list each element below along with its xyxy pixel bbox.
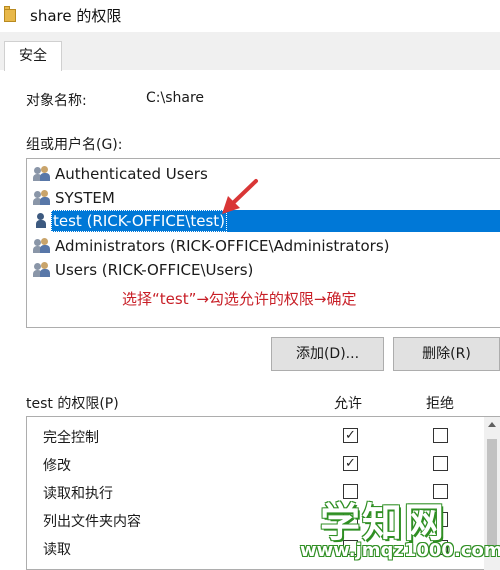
list-item-label: Administrators (RICK-OFFICE\Administrato… bbox=[55, 237, 390, 255]
users-group-icon bbox=[33, 262, 51, 278]
add-button[interactable]: 添加(D)... bbox=[271, 337, 384, 371]
list-item-administrators[interactable]: Administrators (RICK-OFFICE\Administrato… bbox=[31, 235, 500, 257]
list-item-authenticated-users[interactable]: Authenticated Users bbox=[31, 163, 500, 185]
list-item-label: SYSTEM bbox=[55, 189, 115, 207]
deny-checkbox-full-control[interactable] bbox=[433, 428, 448, 443]
user-icon bbox=[33, 213, 51, 229]
folder-icon bbox=[4, 6, 16, 22]
users-group-icon bbox=[33, 190, 51, 206]
users-group-icon bbox=[33, 238, 51, 254]
permission-list-folder: 列出文件夹内容 bbox=[43, 514, 141, 530]
watermark: 学知网 www.jmqz1000.com bbox=[300, 490, 500, 570]
allow-column-header: 允许 bbox=[334, 396, 362, 412]
list-item-users[interactable]: Users (RICK-OFFICE\Users) bbox=[31, 259, 500, 281]
allow-checkbox-modify[interactable]: ✓ bbox=[343, 456, 358, 471]
object-name-label: 对象名称: bbox=[26, 93, 87, 109]
list-item-system[interactable]: SYSTEM bbox=[31, 187, 500, 209]
permission-modify: 修改 bbox=[43, 458, 71, 474]
window-title: share 的权限 bbox=[30, 7, 122, 25]
permission-read: 读取 bbox=[43, 542, 71, 558]
permission-full-control: 完全控制 bbox=[43, 430, 99, 446]
title-bar: share 的权限 bbox=[0, 0, 500, 32]
object-name-value: C:\share bbox=[146, 90, 205, 106]
list-item-label: Authenticated Users bbox=[55, 165, 208, 183]
list-item-label: Users (RICK-OFFICE\Users) bbox=[55, 261, 254, 279]
permissions-label: test 的权限(P) bbox=[26, 396, 119, 412]
check-icon: ✓ bbox=[345, 456, 356, 471]
list-item-label: test (RICK-OFFICE\test) bbox=[51, 210, 227, 232]
remove-button[interactable]: 删除(R) bbox=[393, 337, 500, 371]
deny-checkbox-modify[interactable] bbox=[433, 456, 448, 471]
deny-column-header: 拒绝 bbox=[426, 396, 454, 412]
tab-security[interactable]: 安全 bbox=[4, 41, 62, 71]
annotation-text: 选择“test”→勾选允许的权限→确定 bbox=[122, 290, 357, 308]
groups-label: 组或用户名(G): bbox=[26, 137, 123, 153]
check-icon: ✓ bbox=[345, 428, 356, 443]
list-item-test[interactable]: test (RICK-OFFICE\test) bbox=[51, 210, 500, 232]
permission-read-execute: 读取和执行 bbox=[43, 486, 113, 502]
allow-checkbox-full-control[interactable]: ✓ bbox=[343, 428, 358, 443]
tab-strip: 安全 bbox=[0, 32, 500, 71]
watermark-url: www.jmqz1000.com bbox=[300, 540, 500, 561]
users-group-icon bbox=[33, 166, 51, 182]
scroll-up-icon[interactable] bbox=[488, 422, 496, 427]
